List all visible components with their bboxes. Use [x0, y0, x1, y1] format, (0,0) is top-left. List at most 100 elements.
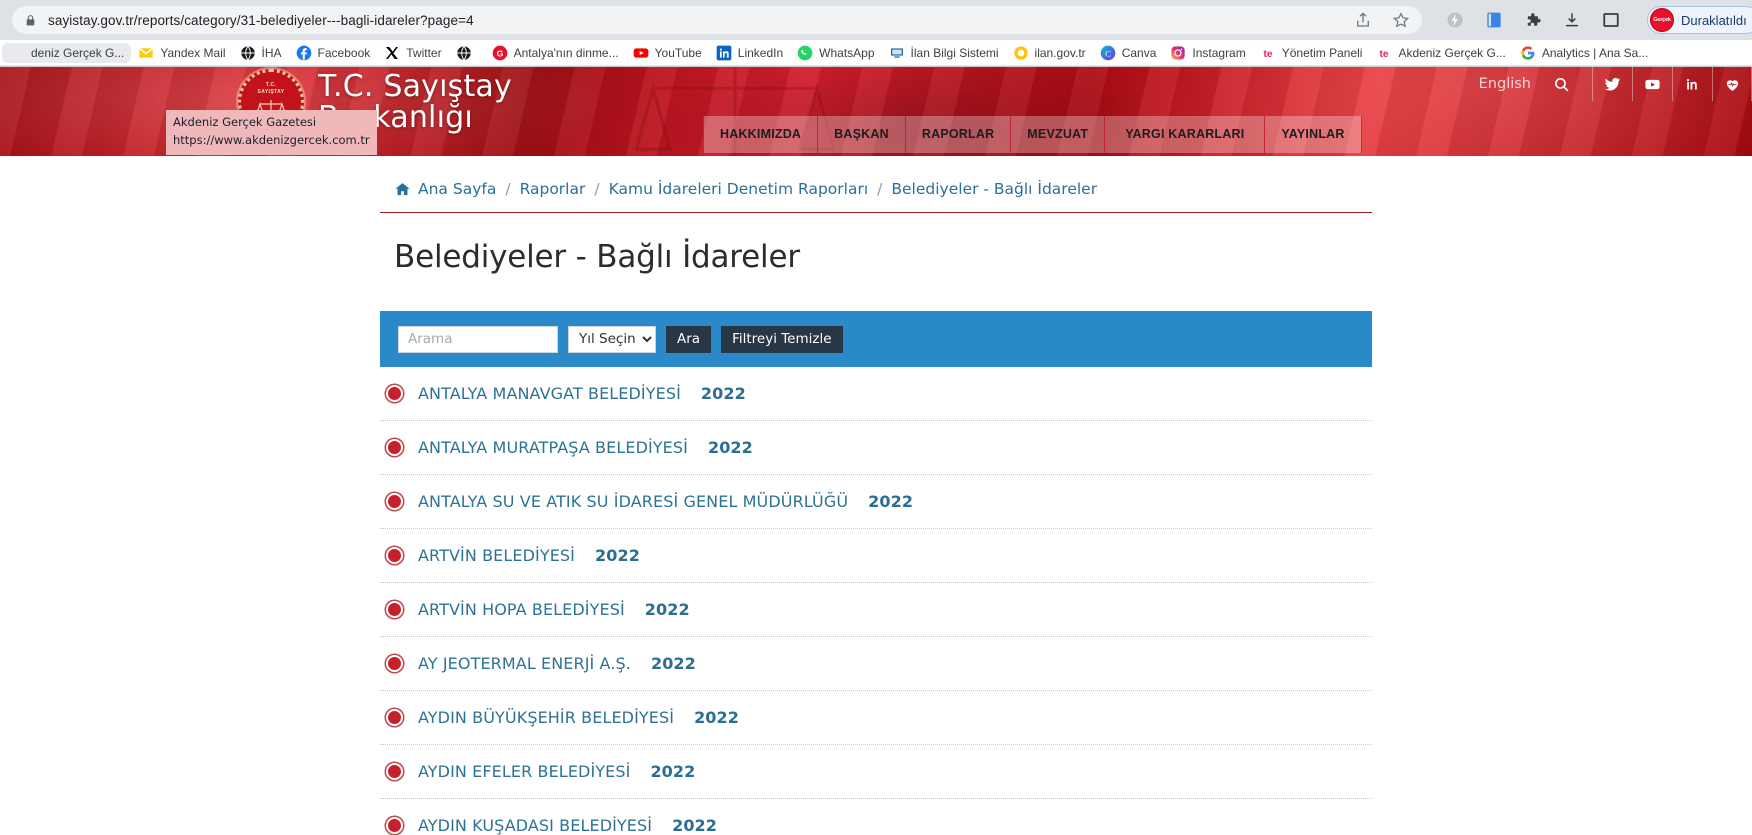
list-item[interactable]: ANTALYA SU VE ATIK SU İDARESİ GENEL MÜDÜ… [380, 475, 1372, 529]
report-name[interactable]: AYDIN EFELER BELEDİYESİ [418, 762, 630, 781]
report-year: 2022 [700, 384, 746, 403]
bookmark-item[interactable]: C Canva [1093, 43, 1164, 63]
bookmark-item[interactable]: te Akdeniz Gerçek G... [1369, 43, 1512, 63]
link-status-tooltip: Akdeniz Gerçek Gazetesi https://www.akde… [166, 110, 377, 155]
list-item[interactable]: ANTALYA MURATPAŞA BELEDİYESİ 2022 [380, 421, 1372, 475]
breadcrumb-item-ana-sayfa[interactable]: Ana Sayfa [418, 180, 496, 198]
bookmark-item[interactable]: G Antalya'nın dinme... [485, 43, 626, 63]
report-name[interactable]: ANTALYA SU VE ATIK SU İDARESİ GENEL MÜDÜ… [418, 492, 848, 511]
bookmark-label: İHA [261, 45, 282, 60]
bookmark-item[interactable]: Twitter [377, 43, 448, 63]
facebook-icon [296, 45, 312, 61]
search-input[interactable] [398, 325, 558, 353]
downloads-icon[interactable] [1563, 11, 1581, 29]
svg-text:G: G [496, 48, 503, 58]
breadcrumb-item-raporlar[interactable]: Raporlar [520, 180, 586, 198]
bullet-icon [386, 493, 403, 510]
puzzle-extensions-icon[interactable] [1524, 11, 1542, 29]
year-select[interactable]: Yıl Seçiniz 2022 2021 2020 2019 2018 [568, 325, 656, 353]
te-icon: te [1376, 45, 1392, 61]
report-name[interactable]: ARTVİN BELEDİYESİ [418, 546, 575, 565]
page-body: Ana Sayfa / Raporlar / Kamu İdareleri De… [0, 156, 1752, 835]
youtube-icon [633, 45, 649, 61]
profile-button[interactable]: Gerçek Duraklatıldı [1647, 6, 1752, 34]
bookmark-item[interactable]: LinkedIn [709, 43, 790, 63]
bookmark-item[interactable]: YouTube [626, 43, 709, 63]
star-icon[interactable] [1392, 11, 1410, 29]
reading-list-icon[interactable] [1485, 11, 1503, 29]
clear-filter-button[interactable]: Filtreyi Temizle [721, 325, 843, 353]
nav-item-yargi-kararlari[interactable]: YARGI KARARLARI [1105, 116, 1266, 153]
search-button[interactable]: Ara [666, 325, 712, 353]
bookmark-item[interactable]: Yandex Mail [131, 43, 232, 63]
list-item[interactable]: AYDIN KUŞADASI BELEDİYESİ 2022 [380, 799, 1372, 835]
report-year: 2022 [694, 708, 739, 727]
yandex-mail-icon [138, 45, 154, 61]
report-name[interactable]: AY JEOTERMAL ENERJİ A.Ş. [418, 654, 631, 673]
list-item[interactable]: AY JEOTERMAL ENERJİ A.Ş. 2022 [380, 637, 1372, 691]
bullet-icon [386, 655, 403, 672]
list-item[interactable]: ARTVİN HOPA BELEDİYESİ 2022 [380, 583, 1372, 637]
report-name[interactable]: ANTALYA MURATPAŞA BELEDİYESİ [418, 438, 688, 457]
bookmark-label: Antalya'nın dinme... [513, 45, 619, 60]
twitter-icon[interactable] [1592, 67, 1632, 101]
bookmark-item[interactable]: Instagram [1163, 43, 1252, 63]
list-item[interactable]: ANTALYA MANAVGAT BELEDİYESİ 2022 [380, 367, 1372, 421]
list-item[interactable]: AYDIN BÜYÜKŞEHİR BELEDİYESİ 2022 [380, 691, 1372, 745]
bookmark-item[interactable]: İlan Bilgi Sistemi [882, 43, 1006, 63]
lock-icon [24, 14, 37, 27]
svg-text:te: te [1263, 49, 1272, 60]
tooltip-url: https://www.akdenizgercek.com.tr [173, 132, 370, 147]
bullet-icon [386, 709, 403, 726]
address-bar[interactable]: sayistay.gov.tr/reports/category/31-bele… [12, 6, 1422, 34]
flash-blocked-icon[interactable] [1446, 11, 1464, 29]
sidebar-panel-icon[interactable] [1602, 11, 1620, 29]
breadcrumb-item-kamu-idareleri[interactable]: Kamu İdareleri Denetim Raporları [609, 180, 869, 198]
page-title: Belediyeler - Bağlı İdareler [394, 239, 800, 275]
bookmark-label: Analytics | Ana Sa... [1541, 45, 1649, 60]
nav-item-hakkimizda[interactable]: HAKKIMIZDA [703, 116, 819, 153]
bookmark-label: Twitter [406, 45, 442, 60]
list-item[interactable]: ARTVİN BELEDİYESİ 2022 [380, 529, 1372, 583]
akdeniz-gercek-icon [9, 45, 25, 61]
linkedin-icon [716, 45, 732, 61]
globe-icon [240, 45, 256, 61]
nav-item-yayinlar[interactable]: YAYINLAR [1265, 116, 1362, 153]
nav-item-raporlar[interactable]: RAPORLAR [905, 116, 1012, 153]
report-name[interactable]: ARTVİN HOPA BELEDİYESİ [418, 600, 625, 619]
bookmark-item[interactable]: WhatsApp [790, 43, 881, 63]
bullet-icon [386, 439, 403, 456]
report-name[interactable]: AYDIN KUŞADASI BELEDİYESİ [418, 816, 652, 835]
browser-chrome: sayistay.gov.tr/reports/category/31-bele… [0, 0, 1752, 67]
bookmark-item[interactable]: ilan.gov.tr [1006, 43, 1093, 63]
kvkk-icon[interactable] [1712, 67, 1752, 101]
breadcrumb-item-current[interactable]: Belediyeler - Bağlı İdareler [891, 180, 1097, 198]
bookmark-label: Yandex Mail [160, 45, 226, 60]
search-icon[interactable] [1545, 76, 1592, 93]
bookmark-label: deniz Gerçek G... [31, 45, 125, 60]
avatar-text: Gerçek [1653, 17, 1671, 23]
nav-item-mevzuat[interactable]: MEVZUAT [1011, 116, 1106, 153]
bookmark-item[interactable]: Facebook [289, 43, 378, 63]
bullet-icon [386, 385, 403, 402]
list-item[interactable]: AYDIN EFELER BELEDİYESİ 2022 [380, 745, 1372, 799]
nav-item-baskan[interactable]: BAŞKAN [818, 116, 906, 153]
bookmark-item[interactable]: deniz Gerçek G... [2, 42, 132, 63]
language-link[interactable]: English [1465, 76, 1545, 92]
canva-icon: C [1100, 45, 1116, 61]
bookmark-label: İlan Bilgi Sistemi [910, 45, 999, 60]
svg-text:te: te [1380, 49, 1389, 60]
bookmark-item[interactable]: İHA [233, 43, 289, 63]
report-name[interactable]: ANTALYA MANAVGAT BELEDİYESİ [418, 384, 681, 403]
youtube-icon[interactable] [1632, 67, 1672, 101]
bookmark-item[interactable] [449, 43, 485, 63]
main-navigation: HAKKIMIZDA BAŞKAN RAPORLAR MEVZUAT YARGI… [703, 116, 1362, 153]
bookmark-item[interactable]: Analytics | Ana Sa... [1513, 43, 1656, 63]
bookmark-label: LinkedIn [737, 45, 784, 60]
share-icon[interactable] [1354, 11, 1372, 29]
home-icon [394, 181, 411, 198]
bookmark-item[interactable]: te Yönetim Paneli [1253, 43, 1370, 63]
report-name[interactable]: AYDIN BÜYÜKŞEHİR BELEDİYESİ [418, 708, 674, 727]
linkedin-icon[interactable] [1672, 67, 1712, 101]
breadcrumb-separator: / [505, 180, 511, 198]
